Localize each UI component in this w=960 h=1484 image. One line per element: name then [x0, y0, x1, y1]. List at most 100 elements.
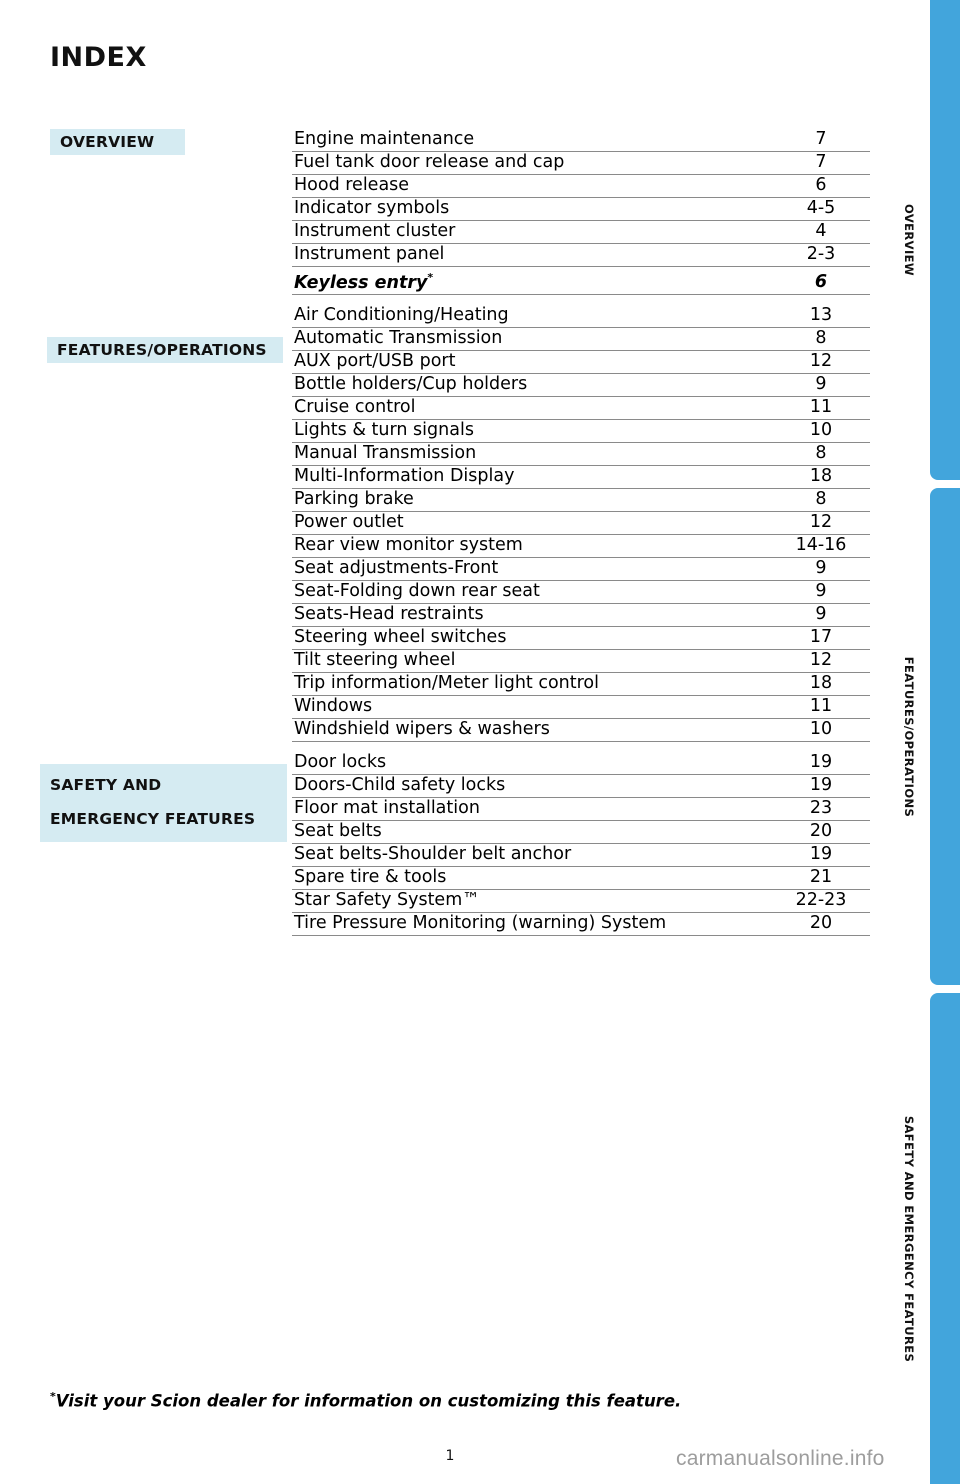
index-entry-page: 8	[776, 442, 870, 466]
index-entry-row[interactable]: Lights & turn signals 10	[292, 419, 870, 443]
index-entry-row[interactable]: Seat belts-Shoulder belt anchor 19	[292, 843, 870, 867]
section-label-line: EMERGENCY FEATURES	[50, 810, 256, 828]
index-entry-title: Automatic Transmission	[292, 327, 776, 351]
index-entry-row[interactable]: Automatic Transmission 8	[292, 327, 870, 351]
index-entry-page: 8	[776, 327, 870, 351]
index-entry-page: 9	[776, 557, 870, 581]
index-entry-title: Hood release	[292, 174, 776, 198]
index-entry-title: Air Conditioning/Heating	[292, 304, 776, 328]
index-section-table: Door locks 19 Doors-Child safety locks 19 Fl…	[292, 751, 870, 936]
footnote: *Visit your Scion dealer for information…	[50, 1390, 681, 1411]
index-entry-title: Lights & turn signals	[292, 419, 776, 443]
index-entry-title: Seat adjustments-Front	[292, 557, 776, 581]
index-entry-page: 6	[776, 174, 870, 198]
index-entry-row[interactable]: Instrument panel 2-3	[292, 243, 870, 267]
index-entry-row[interactable]: Door locks 19	[292, 751, 870, 775]
index-entry-page: 23	[776, 797, 870, 821]
index-entry-title: Seats-Head restraints	[292, 603, 776, 627]
index-entry-row[interactable]: Star Safety System™ 22-23	[292, 889, 870, 913]
side-tab-2[interactable]	[930, 993, 960, 1484]
side-tab-1[interactable]	[930, 488, 960, 985]
index-entry-page: 19	[776, 751, 870, 775]
index-entry-row[interactable]: Hood release 6	[292, 174, 870, 198]
index-entry-title: Fuel tank door release and cap	[292, 151, 776, 175]
index-entry-row[interactable]: Manual Transmission 8	[292, 442, 870, 466]
index-entry-row[interactable]: Engine maintenance 7	[292, 128, 870, 152]
index-entry-row[interactable]: Seat belts 20	[292, 820, 870, 844]
index-entry-title: Parking brake	[292, 488, 776, 512]
index-entry-row[interactable]: Fuel tank door release and cap 7	[292, 151, 870, 175]
index-entry-page: 19	[776, 843, 870, 867]
index-entry-title: Manual Transmission	[292, 442, 776, 466]
index-entry-row[interactable]: Instrument cluster 4	[292, 220, 870, 244]
index-entry-row[interactable]: Rear view monitor system 14-16	[292, 534, 870, 558]
index-entry-page: 4-5	[776, 197, 870, 221]
index-entry-row[interactable]: Windshield wipers & washers 10	[292, 718, 870, 742]
index-entry-title: Seat-Folding down rear seat	[292, 580, 776, 604]
index-entry-title: Multi-Information Display	[292, 465, 776, 489]
index-entry-title: Instrument panel	[292, 243, 776, 267]
index-entry-page: 11	[776, 396, 870, 420]
index-entry-title: AUX port/USB port	[292, 350, 776, 374]
index-entry-title: Windows	[292, 695, 776, 719]
index-entry-row[interactable]: Seat adjustments-Front 9	[292, 557, 870, 581]
index-entry-row[interactable]: Seats-Head restraints 9	[292, 603, 870, 627]
index-entry-page: 14-16	[776, 534, 870, 558]
index-entry-row[interactable]: Indicator symbols 4-5	[292, 197, 870, 221]
index-entry-row[interactable]: Bottle holders/Cup holders 9	[292, 373, 870, 397]
index-entry-row[interactable]: Windows 11	[292, 695, 870, 719]
index-entry-page: 20	[776, 820, 870, 844]
index-entry-title: Seat belts-Shoulder belt anchor	[292, 843, 776, 867]
index-entry-page: 9	[776, 603, 870, 627]
index-entry-row[interactable]: Tire Pressure Monitoring (warning) Syste…	[292, 912, 870, 936]
index-entry-row[interactable]: AUX port/USB port 12	[292, 350, 870, 374]
index-entry-page: 7	[776, 151, 870, 175]
index-entry-row[interactable]: Steering wheel switches 17	[292, 626, 870, 650]
index-entry-title: Doors-Child safety locks	[292, 774, 776, 798]
index-entry-title: Door locks	[292, 751, 776, 775]
section-label-1: FEATURES/OPERATIONS	[47, 337, 283, 363]
index-entry-title: Bottle holders/Cup holders	[292, 373, 776, 397]
index-entry-row[interactable]: Floor mat installation 23	[292, 797, 870, 821]
index-entry-page: 22-23	[776, 889, 870, 913]
index-entry-row[interactable]: Parking brake 8	[292, 488, 870, 512]
side-tab-label-0: OVERVIEW	[902, 204, 916, 276]
index-entry-title: Steering wheel switches	[292, 626, 776, 650]
index-entry-row[interactable]: Seat-Folding down rear seat 9	[292, 580, 870, 604]
index-entry-page: 6	[776, 266, 870, 296]
watermark: carmanualsonline.info	[676, 1447, 885, 1470]
index-entry-row[interactable]: Multi-Information Display 18	[292, 465, 870, 489]
section-label-line: FEATURES/OPERATIONS	[57, 341, 267, 359]
page-title: INDEX	[50, 42, 147, 73]
index-entry-page: 7	[776, 128, 870, 152]
index-entry-title: Floor mat installation	[292, 797, 776, 821]
index-entry-row[interactable]: Spare tire & tools 21	[292, 866, 870, 890]
index-entry-row[interactable]: Power outlet 12	[292, 511, 870, 535]
index-entry-star: *	[427, 270, 434, 284]
index-entry-title: Power outlet	[292, 511, 776, 535]
index-entry-row[interactable]: Trip information/Meter light control 18	[292, 672, 870, 696]
section-label-line: SAFETY AND	[50, 776, 162, 794]
index-entry-page: 12	[776, 350, 870, 374]
index-entry-title: Indicator symbols	[292, 197, 776, 221]
index-entry-page: 18	[776, 465, 870, 489]
index-entry-row[interactable]: Air Conditioning/Heating 13	[292, 304, 870, 328]
index-entry-row[interactable]: Cruise control 11	[292, 396, 870, 420]
side-tab-label-2: SAFETY AND EMERGENCY FEATURES	[902, 1115, 916, 1362]
index-entry-page: 17	[776, 626, 870, 650]
index-entry-title: Spare tire & tools	[292, 866, 776, 890]
section-label-line: OVERVIEW	[60, 133, 155, 151]
index-entry-page: 4	[776, 220, 870, 244]
side-tab-0[interactable]	[930, 0, 960, 480]
index-entry-page: 8	[776, 488, 870, 512]
index-entry-title: Seat belts	[292, 820, 776, 844]
index-entry-title: Trip information/Meter light control	[292, 672, 776, 696]
index-entry-page: 18	[776, 672, 870, 696]
index-entry-row[interactable]: Tilt steering wheel 12	[292, 649, 870, 673]
index-entry-row[interactable]: Doors-Child safety locks 19	[292, 774, 870, 798]
index-entry-row[interactable]: Keyless entry* 6	[292, 266, 870, 296]
section-label-0: OVERVIEW	[50, 129, 185, 155]
index-entry-page: 12	[776, 511, 870, 535]
index-entry-page: 9	[776, 373, 870, 397]
index-entry-title: Tire Pressure Monitoring (warning) Syste…	[292, 912, 776, 936]
